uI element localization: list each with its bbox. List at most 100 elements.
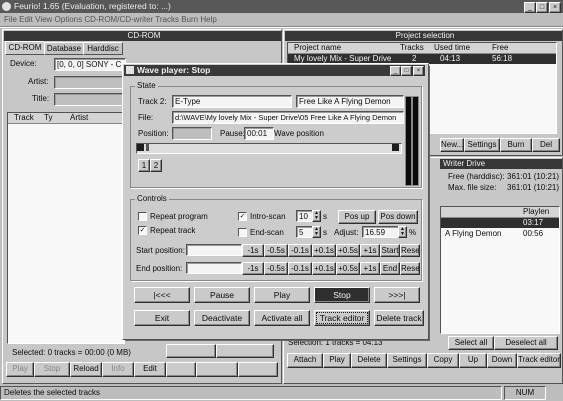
drive-track-row[interactable]: 03:17	[441, 218, 559, 228]
cd-info-button[interactable]: Info	[102, 362, 134, 377]
cd-grey-button-b[interactable]	[216, 344, 274, 358]
track-editor-button[interactable]: Track editor	[314, 310, 370, 326]
end-scan-checkbox[interactable]	[238, 228, 247, 237]
end-reset-button[interactable]: Reset	[400, 262, 420, 275]
tab-cdrom[interactable]: CD-ROM	[5, 41, 45, 55]
end-plus-05s-button[interactable]: +0.5s	[336, 262, 360, 275]
project-row-used: 04:13	[440, 54, 461, 63]
cd-play-button[interactable]: Play	[6, 362, 34, 377]
file-path-field[interactable]: d:\WAVE\My lovely Mix - Super Drive\05 F…	[172, 111, 404, 124]
intro-scan-unit: s	[323, 212, 327, 221]
slider-thumb[interactable]	[146, 144, 149, 151]
end-minus-01s-button[interactable]: -0.1s	[288, 262, 312, 275]
cd-button-8[interactable]	[238, 362, 278, 377]
intro-scan-checkbox[interactable]: ✓	[238, 212, 247, 221]
end-plus-1s-button[interactable]: +1s	[360, 262, 380, 275]
cd-grey-button-a[interactable]	[166, 344, 216, 358]
track-title-field[interactable]: Free Like A Flying Demon	[296, 95, 404, 108]
slider-left-arrow[interactable]	[137, 144, 144, 151]
intro-scan-spinner[interactable]: ▲ ▼	[312, 210, 321, 222]
adjust-spinner[interactable]: ▲ ▼	[398, 226, 407, 238]
start-minus-1s-button[interactable]: -1s	[242, 244, 264, 257]
track-1-button[interactable]: 1	[138, 159, 150, 172]
delete-button[interactable]: Delete	[351, 353, 387, 368]
delete-track-button[interactable]: Delete track	[374, 310, 424, 326]
track-2-button[interactable]: 2	[150, 159, 162, 172]
play-button[interactable]: Play	[254, 287, 310, 303]
end-minus-05s-button[interactable]: -0.5s	[264, 262, 288, 275]
minimize-button[interactable]: _	[524, 2, 536, 13]
col-tracks: Tracks	[400, 43, 424, 52]
adjust-value[interactable]: 16.59	[362, 226, 400, 238]
menu-bar[interactable]: File Edit View Options CD-ROM/CD-writer …	[4, 14, 559, 25]
drive-play-button[interactable]: Play	[323, 353, 351, 368]
start-plus-01s-button[interactable]: +0.1s	[312, 244, 336, 257]
attach-button[interactable]: Attach	[287, 353, 323, 368]
end-minus-1s-button[interactable]: -1s	[242, 262, 264, 275]
cd-reload-button[interactable]: Reload	[70, 362, 102, 377]
cd-title-field[interactable]	[54, 93, 126, 106]
project-new-button[interactable]: New...	[440, 138, 464, 152]
start-position-field[interactable]	[186, 244, 242, 256]
track-artist-field[interactable]: E-Type	[172, 95, 292, 108]
artist-field[interactable]	[54, 76, 126, 89]
col-artist: Artist	[70, 113, 89, 122]
stop-button[interactable]: Stop	[314, 287, 370, 303]
dialog-minimize-button[interactable]: _	[390, 66, 401, 76]
skip-back-button[interactable]: |<<<	[134, 287, 190, 303]
num-indicator: NUM	[504, 386, 546, 400]
start-button[interactable]: Start	[380, 244, 400, 257]
start-plus-1s-button[interactable]: +1s	[360, 244, 380, 257]
drive-track-list[interactable]: Playlen 03:17 A Flying Demon 00:56	[440, 206, 560, 334]
pos-up-button[interactable]: Pos up	[338, 210, 376, 224]
pause-button[interactable]: Pause	[194, 287, 250, 303]
repeat-track-checkbox[interactable]: ✓	[138, 226, 147, 235]
exit-button[interactable]: Exit	[134, 310, 190, 326]
device-select[interactable]: [0, 0, 0] SONY - C	[54, 58, 126, 71]
select-all-button[interactable]: Select all	[448, 336, 494, 350]
repeat-program-checkbox[interactable]	[138, 212, 147, 221]
cd-stop-button[interactable]: Stop	[34, 362, 70, 377]
start-minus-05s-button[interactable]: -0.5s	[264, 244, 288, 257]
start-minus-01s-button[interactable]: -0.1s	[288, 244, 312, 257]
deactivate-button[interactable]: Deactivate	[194, 310, 250, 326]
close-button[interactable]: ×	[549, 2, 561, 13]
tab-database[interactable]: Database	[44, 42, 84, 55]
wave-position-slider[interactable]	[136, 143, 402, 154]
end-plus-01s-button[interactable]: +0.1s	[312, 262, 336, 275]
start-reset-button[interactable]: Reset	[400, 244, 420, 257]
tab-harddisc[interactable]: Harddisc	[83, 42, 123, 55]
menu-separator	[0, 26, 563, 28]
drive-track-row[interactable]: A Flying Demon 00:56	[441, 229, 559, 239]
num-indicator-label: NUM	[515, 388, 535, 397]
pos-down-button[interactable]: Pos down	[378, 210, 418, 224]
drive-settings-button[interactable]: Settings	[387, 353, 427, 368]
down-button[interactable]: Down	[487, 353, 517, 368]
cd-track-list[interactable]: Track Ty Artist	[7, 112, 125, 344]
drive-panel-title: Writer Drive	[440, 159, 562, 169]
controls-group-label: Controls	[135, 194, 169, 203]
state-group-label: State	[135, 81, 158, 90]
project-settings-button[interactable]: Settings	[464, 138, 500, 152]
project-burn-button[interactable]: Burn	[500, 138, 532, 152]
col-free: Free	[492, 43, 509, 52]
copy-button[interactable]: Copy	[427, 353, 459, 368]
start-plus-05s-button[interactable]: +0.5s	[336, 244, 360, 257]
end-button[interactable]: End	[380, 262, 400, 275]
drive-track-editor-button[interactable]: Track editor	[517, 353, 561, 368]
repeat-program-label: Repeat program	[150, 212, 208, 221]
dialog-maximize-button[interactable]: □	[401, 66, 412, 76]
deselect-all-button[interactable]: Deselect all	[494, 336, 558, 350]
slider-right-arrow[interactable]	[392, 144, 399, 151]
cd-edit-button[interactable]: Edit	[134, 362, 166, 377]
skip-forward-button[interactable]: >>>|	[374, 287, 420, 303]
dialog-close-button[interactable]: ×	[413, 66, 424, 76]
project-del-button[interactable]: Del	[532, 138, 560, 152]
maximize-button[interactable]: □	[536, 2, 548, 13]
end-position-field[interactable]	[186, 262, 242, 274]
cd-button-6[interactable]	[166, 362, 196, 377]
activate-all-button[interactable]: Activate all	[254, 310, 310, 326]
cd-button-7[interactable]	[196, 362, 238, 377]
end-scan-spinner[interactable]: ▲ ▼	[312, 226, 321, 238]
up-button[interactable]: Up	[459, 353, 487, 368]
